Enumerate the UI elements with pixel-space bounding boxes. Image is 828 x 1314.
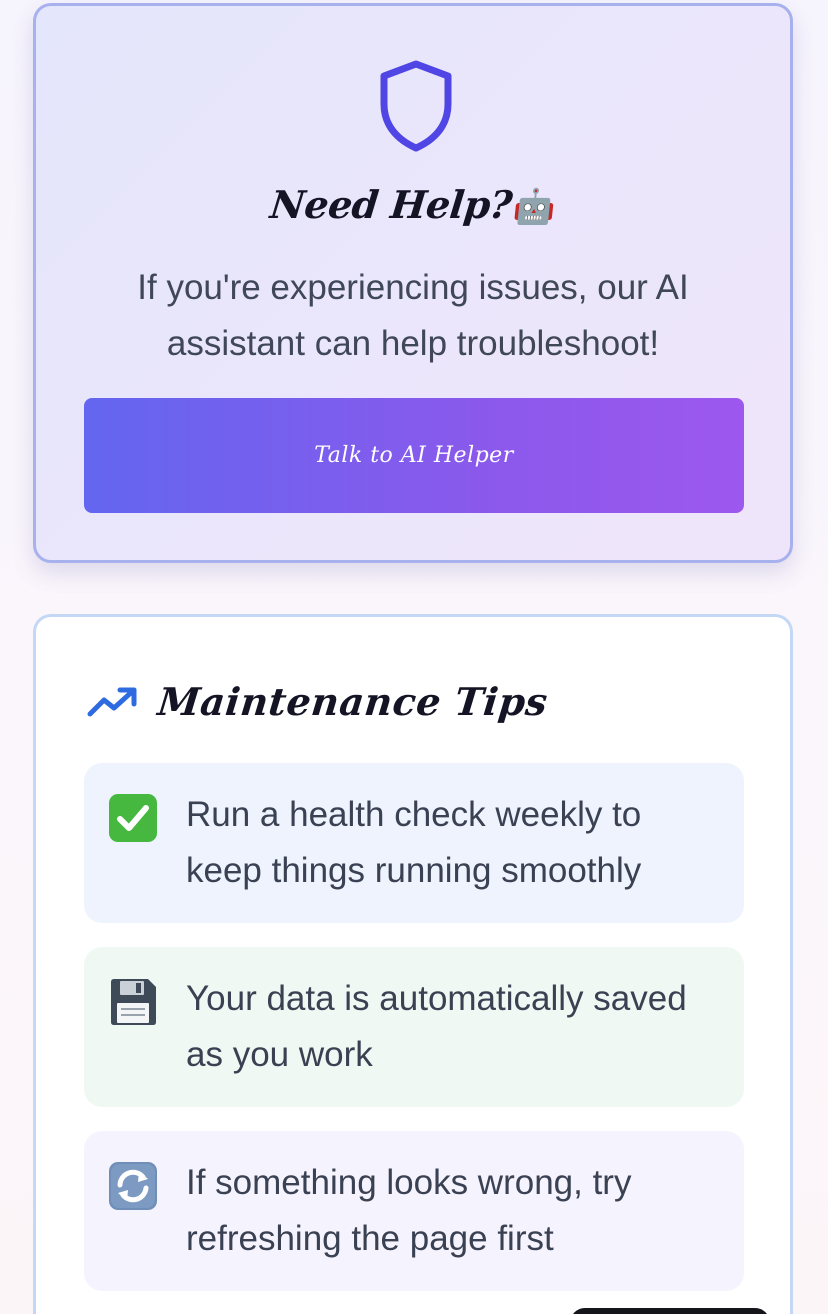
tips-heading: Maintenance Tips xyxy=(86,679,550,724)
help-title: Need Help?🤖 xyxy=(34,182,793,227)
tip-item: If something looks wrong, try refreshing… xyxy=(84,1131,744,1291)
trend-up-icon xyxy=(87,687,137,716)
tips-title: Maintenance Tips xyxy=(155,679,550,724)
shield-icon xyxy=(380,60,452,152)
maintenance-tips-card: Maintenance Tips Run a health check week… xyxy=(33,614,793,1314)
tip-text: Run a health check weekly to keep things… xyxy=(186,795,642,890)
robot-icon: 🤖 xyxy=(511,187,558,227)
floppy-disk-icon xyxy=(111,979,156,1025)
talk-to-ai-helper-button[interactable]: Talk to AI Helper xyxy=(84,398,744,513)
home-indicator xyxy=(570,1308,770,1314)
check-mark-icon xyxy=(109,794,157,842)
help-card: Need Help?🤖 If you're experiencing issue… xyxy=(33,3,793,563)
help-title-text: Need Help? xyxy=(268,182,515,227)
refresh-icon xyxy=(109,1162,157,1210)
tip-text: If something looks wrong, try refreshing… xyxy=(186,1163,632,1258)
tip-text: Your data is automatically saved as you … xyxy=(186,979,687,1074)
help-description: If you're experiencing issues, our AI as… xyxy=(137,268,689,363)
tip-item: Your data is automatically saved as you … xyxy=(84,947,744,1107)
tip-item: Run a health check weekly to keep things… xyxy=(84,763,744,923)
